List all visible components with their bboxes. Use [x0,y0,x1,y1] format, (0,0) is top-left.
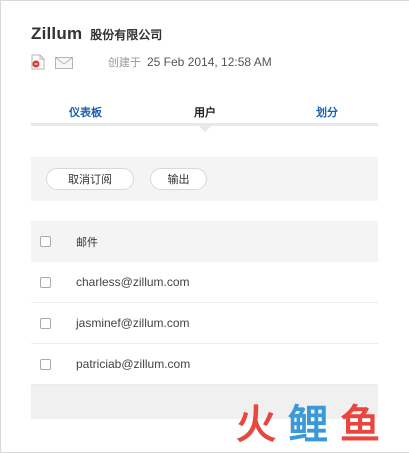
created-timestamp: 25 Feb 2014, 12:58 AM [147,55,272,69]
pdf-icon[interactable] [31,54,45,70]
company-name: 股份有限公司 [90,28,163,42]
header: Zillum 股份有限公司 创建于 25 Feb 2014, 12:58 AM [31,24,409,70]
tab-dashboard[interactable]: 仪表板 [69,104,102,120]
mail-icon[interactable] [55,56,73,69]
created-label: 创建于 [108,57,141,69]
brand-name: Zillum [31,24,83,43]
watermark-logo: 火 鲤 鱼 [236,402,386,448]
tab-users[interactable]: 用户 [194,104,216,120]
tab-bar: 仪表板 用户 划分 [31,100,378,132]
email-cell: jasminef@zillum.com [76,316,190,330]
row-checkbox[interactable] [40,276,51,288]
email-cell: patriciab@zillum.com [76,357,191,371]
select-all-checkbox[interactable] [40,236,51,247]
row-checkbox[interactable] [40,358,51,370]
export-button[interactable]: 输出 [150,168,207,190]
tab-divisions[interactable]: 划分 [316,104,338,120]
column-header-email: 邮件 [76,236,98,249]
title-row: Zillum 股份有限公司 [31,24,409,44]
row-checkbox[interactable] [40,317,51,329]
table-row: jasminef@zillum.com [31,303,378,344]
watermark-char: 鲤 [288,402,328,448]
toolbar: 取消订阅 输出 [31,157,378,201]
meta-row: 创建于 25 Feb 2014, 12:58 AM [31,54,409,70]
email-cell: charless@zillum.com [76,275,190,289]
email-table: 邮件 charless@zillum.com jasminef@zillum.c… [31,221,378,419]
watermark-char: 火 [236,402,276,448]
active-tab-indicator [199,126,211,132]
watermark-char: 鱼 [340,402,380,448]
unsubscribe-button[interactable]: 取消订阅 [46,168,134,190]
table-row: charless@zillum.com [31,262,378,303]
table-row: patriciab@zillum.com [31,344,378,385]
table-header: 邮件 [31,221,378,262]
